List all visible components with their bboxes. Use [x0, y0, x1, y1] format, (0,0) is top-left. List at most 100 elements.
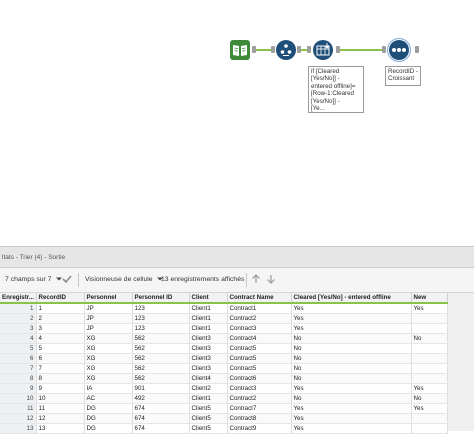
table-row[interactable]: 3 3 JP 123 Client1 Contract3 Yes — [0, 323, 448, 334]
fields-selector[interactable]: 7 champs sur 7 — [5, 276, 63, 283]
table-cell[interactable]: Yes — [291, 423, 412, 434]
input-port[interactable] — [271, 46, 275, 53]
scroll-down-button[interactable] — [266, 274, 276, 286]
table-cell[interactable]: 7 — [36, 363, 85, 374]
table-cell[interactable]: Contract5 — [227, 353, 292, 364]
row-number-cell[interactable]: 5 — [0, 343, 37, 354]
table-cell[interactable]: 11 — [36, 403, 85, 414]
table-cell[interactable]: Client3 — [189, 353, 228, 364]
table-cell[interactable]: Client1 — [189, 393, 228, 404]
table-cell[interactable]: Client5 — [189, 413, 228, 424]
table-cell[interactable]: 1 — [36, 303, 85, 314]
table-row[interactable]: 6 6 XG 562 Client3 Contract5 No — [0, 353, 448, 364]
table-cell[interactable]: 562 — [132, 333, 190, 344]
table-cell[interactable]: Contract3 — [227, 383, 292, 394]
table-cell[interactable]: DG — [84, 423, 133, 434]
table-cell[interactable]: Yes — [291, 403, 412, 414]
output-port[interactable] — [252, 46, 256, 53]
table-row[interactable]: 9 9 IA 901 Client2 Contract3 Yes Yes — [0, 383, 448, 394]
table-cell[interactable]: XG — [84, 353, 133, 364]
table-cell[interactable]: Contract2 — [227, 393, 292, 404]
table-cell[interactable]: Yes — [411, 403, 448, 414]
table-cell[interactable]: XG — [84, 363, 133, 374]
table-cell[interactable]: Contract9 — [227, 423, 292, 434]
table-cell[interactable]: Contract1 — [227, 303, 292, 314]
table-cell[interactable]: Client5 — [189, 403, 228, 414]
table-cell[interactable]: Yes — [411, 303, 448, 314]
table-cell[interactable]: Contract2 — [227, 313, 292, 324]
table-cell[interactable]: Client3 — [189, 343, 228, 354]
table-cell[interactable]: 562 — [132, 373, 190, 384]
table-row[interactable]: 12 12 DG 674 Client5 Contract8 Yes — [0, 413, 448, 424]
scroll-up-button[interactable] — [251, 274, 261, 286]
table-cell[interactable]: 6 — [36, 353, 85, 364]
table-cell[interactable]: 3 — [36, 323, 85, 334]
output-port[interactable] — [297, 46, 301, 53]
table-cell[interactable]: Yes — [291, 383, 412, 394]
sort-tool[interactable] — [313, 40, 333, 60]
table-cell[interactable]: Client5 — [189, 423, 228, 434]
table-cell[interactable]: Client3 — [189, 333, 228, 344]
row-number-cell[interactable]: 1 — [0, 303, 37, 314]
table-row[interactable]: 1 1 JP 123 Client1 Contract1 Yes Yes — [0, 303, 448, 314]
table-cell[interactable] — [411, 313, 448, 324]
table-cell[interactable]: 123 — [132, 303, 190, 314]
table-cell[interactable]: Client1 — [189, 313, 228, 324]
table-cell[interactable]: 123 — [132, 323, 190, 334]
table-cell[interactable]: 492 — [132, 393, 190, 404]
table-cell[interactable] — [411, 363, 448, 374]
table-row[interactable]: 11 11 DG 674 Client5 Contract7 Yes Yes — [0, 403, 448, 414]
results-table[interactable]: Enregistr... RecordID Personnel Personne… — [0, 293, 448, 434]
table-cell[interactable]: Yes — [291, 413, 412, 424]
table-cell[interactable] — [411, 423, 448, 434]
table-cell[interactable]: Yes — [411, 383, 448, 394]
table-cell[interactable]: JP — [84, 323, 133, 334]
table-cell[interactable]: Contract5 — [227, 343, 292, 354]
table-cell[interactable]: No — [291, 373, 412, 384]
row-number-cell[interactable]: 3 — [0, 323, 37, 334]
table-cell[interactable]: 4 — [36, 333, 85, 344]
table-cell[interactable]: No — [291, 333, 412, 344]
table-cell[interactable]: Contract3 — [227, 323, 292, 334]
record-id-tool[interactable] — [387, 38, 411, 62]
table-cell[interactable]: 5 — [36, 343, 85, 354]
table-cell[interactable]: Contract6 — [227, 373, 292, 384]
table-cell[interactable]: Contract7 — [227, 403, 292, 414]
row-number-cell[interactable]: 7 — [0, 363, 37, 374]
input-port[interactable] — [307, 46, 311, 53]
multi-row-formula-tool[interactable] — [276, 40, 296, 60]
table-cell[interactable]: JP — [84, 303, 133, 314]
table-cell[interactable]: JP — [84, 313, 133, 324]
output-port[interactable] — [336, 46, 340, 53]
row-number-cell[interactable]: 11 — [0, 403, 37, 414]
table-cell[interactable]: 2 — [36, 313, 85, 324]
table-cell[interactable]: 9 — [36, 383, 85, 394]
table-cell[interactable]: IA — [84, 383, 133, 394]
column-header[interactable]: Personnel ID — [132, 293, 190, 304]
row-number-cell[interactable]: 8 — [0, 373, 37, 384]
table-cell[interactable] — [411, 343, 448, 354]
table-row[interactable]: 5 5 XG 562 Client3 Contract5 No — [0, 343, 448, 354]
table-cell[interactable]: No — [291, 353, 412, 364]
table-cell[interactable]: DG — [84, 413, 133, 424]
column-header[interactable]: Cleared [Yes/No] - entered offline — [291, 293, 412, 304]
table-cell[interactable]: 562 — [132, 363, 190, 374]
table-cell[interactable]: XG — [84, 343, 133, 354]
table-cell[interactable]: 123 — [132, 313, 190, 324]
row-number-cell[interactable]: 6 — [0, 353, 37, 364]
table-cell[interactable]: Contract4 — [227, 333, 292, 344]
table-row[interactable]: 8 8 XG 562 Client4 Contract6 No — [0, 373, 448, 384]
row-number-cell[interactable]: 13 — [0, 423, 37, 434]
table-cell[interactable]: Contract8 — [227, 413, 292, 424]
table-cell[interactable]: Client1 — [189, 303, 228, 314]
table-cell[interactable]: Client1 — [189, 323, 228, 334]
table-row[interactable]: 7 7 XG 562 Client3 Contract5 No — [0, 363, 448, 374]
table-cell[interactable]: 10 — [36, 393, 85, 404]
table-cell[interactable]: Yes — [291, 313, 412, 324]
row-number-cell[interactable]: 10 — [0, 393, 37, 404]
table-cell[interactable]: No — [411, 333, 448, 344]
cell-viewer-selector[interactable]: Visionneuse de cellule — [85, 276, 164, 283]
table-cell[interactable]: 674 — [132, 413, 190, 424]
table-cell[interactable]: 674 — [132, 423, 190, 434]
table-cell[interactable]: 562 — [132, 343, 190, 354]
